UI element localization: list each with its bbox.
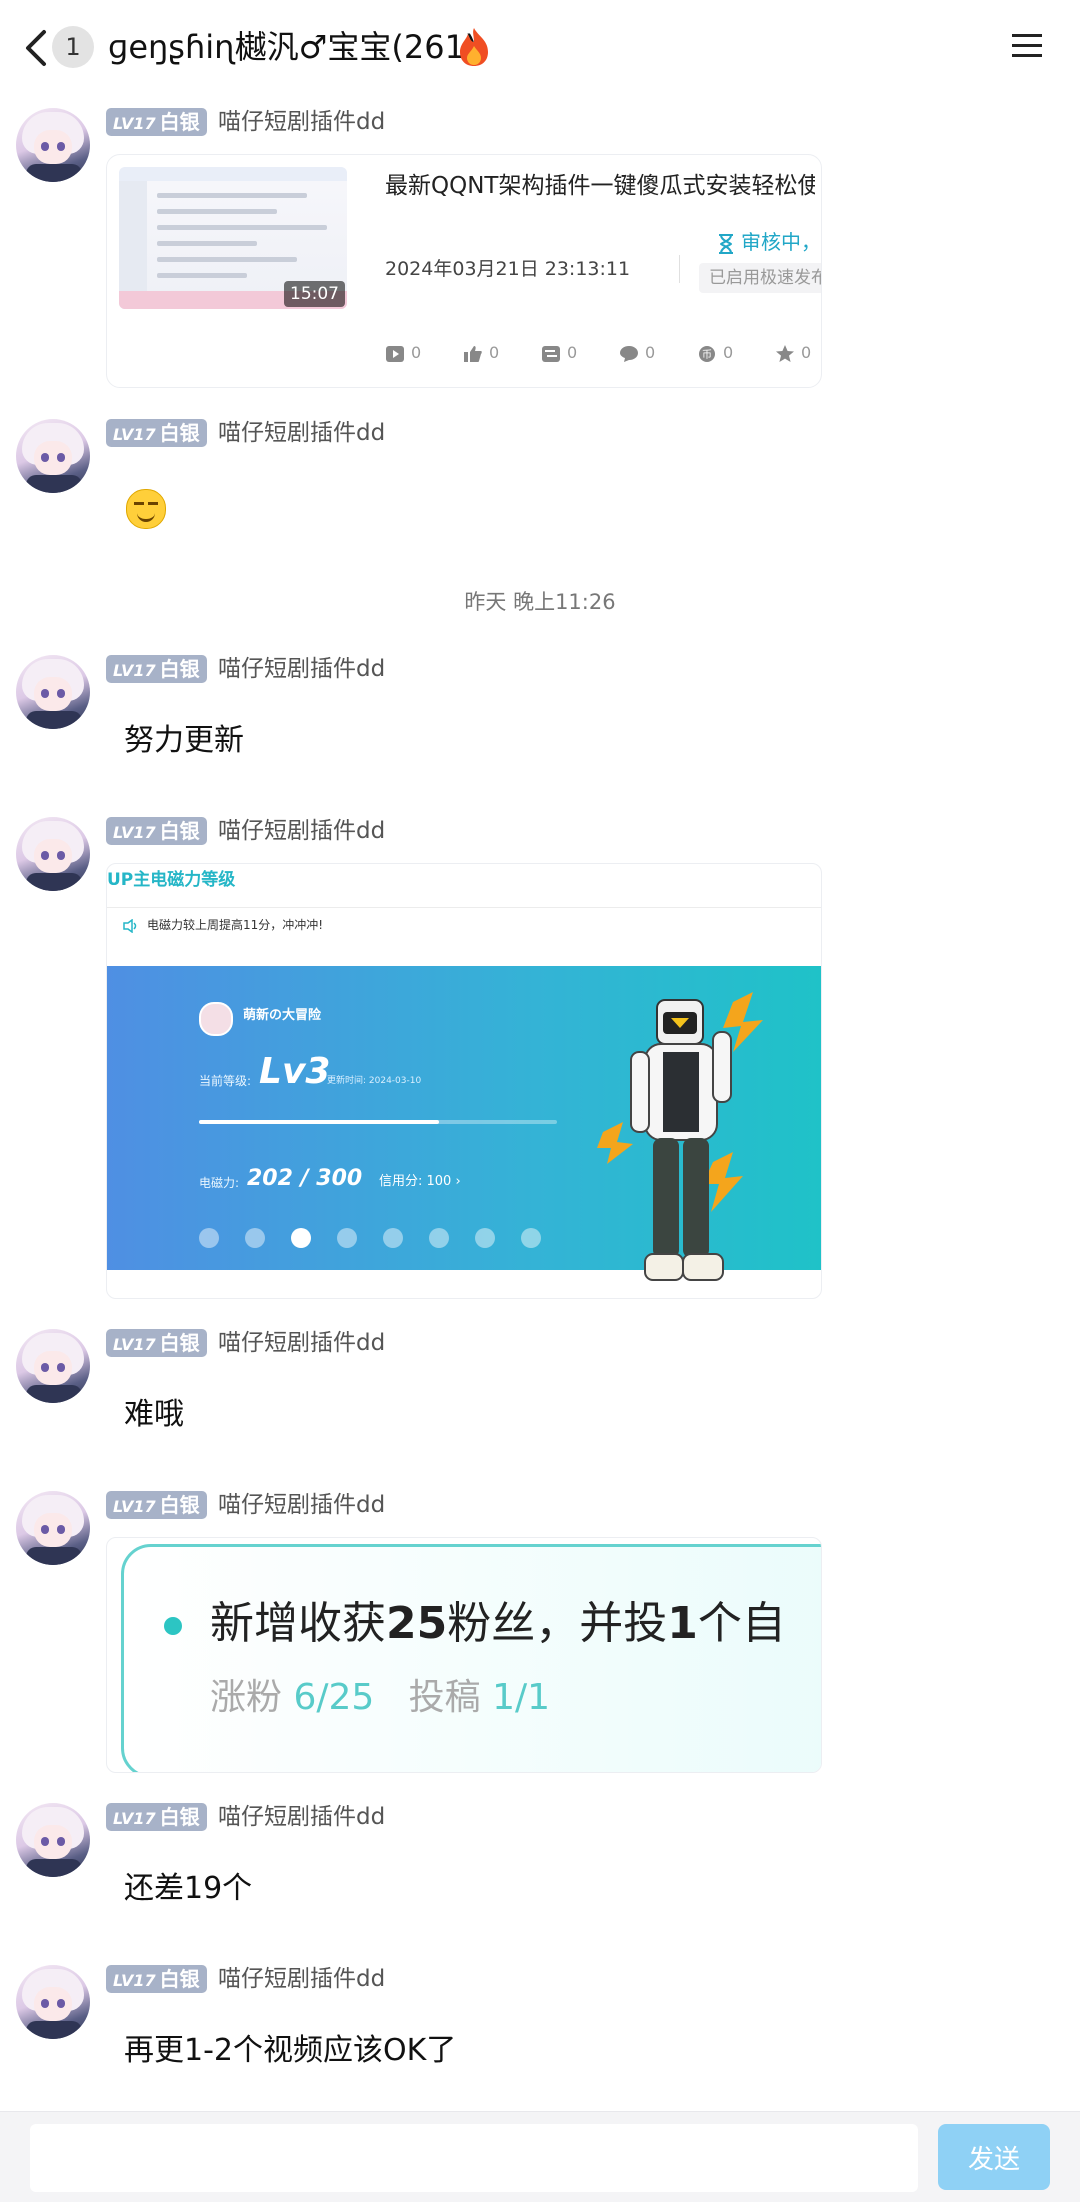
sender-avatar[interactable] — [16, 419, 90, 493]
play-icon — [386, 345, 404, 362]
video-thumbnail: 15:07 — [119, 167, 347, 309]
power-value: 202 / 300 — [247, 1166, 363, 1191]
level-badge: LV17 白银 — [106, 419, 207, 447]
time-divider: 昨天 晚上11:26 — [464, 590, 616, 614]
chat-message: LV17 白银 喵仔短剧插件dd UP主电磁力等级 电磁力较上周提高11分，冲冲冲… — [0, 817, 1080, 1299]
level-value: Lv3 — [259, 1051, 331, 1092]
thumbs-up-icon — [464, 345, 482, 362]
chat-message: LV17 白银 喵仔短剧插件dd 再更1-2个视频应该OK了 — [0, 1965, 1080, 2085]
unread-count-badge: 1 — [52, 26, 94, 68]
favorite-count: 0 — [775, 339, 811, 367]
like-count: 0 — [463, 339, 499, 367]
chat-message: LV17 白银 喵仔短剧插件dd 15:07 最新QQNT架构插件一键傻瓜式安装轻… — [0, 108, 1080, 388]
hourglass-icon — [719, 233, 733, 254]
smirk-emoji-icon — [126, 489, 166, 529]
level-badge: LV17 白银 — [106, 817, 207, 845]
user-name: 萌新の大冒险 — [243, 1008, 322, 1023]
sender-avatar[interactable] — [16, 655, 90, 729]
message-text: 努力更新 — [124, 723, 244, 758]
user-avatar — [199, 1002, 233, 1036]
message-input[interactable] — [30, 2124, 918, 2192]
fans-task-title: 新增收获25粉丝，并投1个自 — [210, 1598, 786, 1649]
chat-message: LV17 白银 喵仔短剧插件dd 努力更新 — [0, 655, 1080, 775]
coin-count: 币0 — [697, 339, 733, 367]
level-progress-bar — [199, 1120, 557, 1124]
video-publish-time: 2024年03月21日 23:13:11 — [385, 258, 631, 280]
sender-name: 喵仔短剧插件dd — [218, 1966, 386, 1992]
star-icon — [776, 344, 794, 362]
fans-task-progress: 涨粉 6/25 投稿 1/1 — [210, 1677, 551, 1718]
play-count: 0 — [385, 339, 421, 367]
danmaku-count: 0 — [541, 339, 577, 367]
update-date: 更新时间: 2024-03-10 — [327, 1076, 422, 1086]
level-screenshot-image[interactable]: UP主电磁力等级 电磁力较上周提高11分，冲冲冲! 萌新の大冒险 当前等级: L… — [106, 863, 822, 1299]
level-heading: UP主电磁力等级 — [107, 870, 236, 890]
level-milestone-icons — [199, 1228, 559, 1252]
message-text: 还差19个 — [124, 1871, 253, 1906]
fast-publish-tag: 已启用极速发布 — [699, 263, 821, 293]
video-duration: 15:07 — [284, 281, 345, 307]
sender-avatar[interactable] — [16, 817, 90, 891]
video-title: 最新QQNT架构插件一键傻瓜式安装轻松使 — [385, 173, 815, 199]
danmaku-icon — [542, 345, 560, 362]
sender-name: 喵仔短剧插件dd — [218, 1330, 386, 1356]
message-composer: 发送 — [0, 2111, 1080, 2202]
level-badge: LV17 白银 — [106, 108, 207, 136]
fire-icon — [460, 28, 488, 66]
chat-message: LV17 白银 喵仔短剧插件dd — [0, 419, 1080, 539]
chat-message: LV17 白银 喵仔短剧插件dd 新增收获25粉丝，并投1个自 涨粉 6/25 投… — [0, 1491, 1080, 1775]
menu-icon[interactable] — [1010, 30, 1044, 62]
comment-count: 0 — [619, 339, 655, 367]
level-notice: 电磁力较上周提高11分，冲冲冲! — [123, 916, 323, 934]
sender-name: 喵仔短剧插件dd — [218, 109, 386, 135]
level-badge: LV17 白银 — [106, 655, 207, 683]
sender-name: 喵仔短剧插件dd — [218, 1492, 386, 1518]
level-badge: LV17 白银 — [106, 1803, 207, 1831]
credit-score: 信用分: 100 › — [379, 1174, 461, 1189]
video-share-card[interactable]: 15:07 最新QQNT架构插件一键傻瓜式安装轻松使 审核中， 2024年03月… — [106, 154, 822, 388]
message-text: 再更1-2个视频应该OK了 — [124, 2033, 457, 2068]
level-badge: LV17 白银 — [106, 1329, 207, 1357]
sender-name: 喵仔短剧插件dd — [218, 818, 386, 844]
level-badge: LV17 白银 — [106, 1491, 207, 1519]
speaker-icon — [123, 918, 137, 933]
coin-icon: 币 — [699, 345, 715, 362]
back-icon[interactable] — [22, 28, 52, 68]
power-label: 电磁力: — [199, 1176, 240, 1190]
mascot-illustration — [597, 992, 763, 1281]
chat-message: LV17 白银 喵仔短剧插件dd 难哦 — [0, 1329, 1080, 1449]
sender-name: 喵仔短剧插件dd — [218, 1804, 386, 1830]
divider — [679, 255, 680, 283]
sender-name: 喵仔短剧插件dd — [218, 420, 386, 446]
message-text: 难哦 — [124, 1397, 184, 1432]
sender-avatar[interactable] — [16, 1329, 90, 1403]
chat-message: LV17 白银 喵仔短剧插件dd 还差19个 — [0, 1803, 1080, 1923]
comment-icon — [620, 345, 638, 362]
level-label: 当前等级: — [199, 1074, 252, 1088]
fans-screenshot-image[interactable]: 新增收获25粉丝，并投1个自 涨粉 6/25 投稿 1/1 — [106, 1537, 822, 1773]
svg-text:币: 币 — [702, 349, 712, 361]
sender-avatar[interactable] — [16, 108, 90, 182]
chat-header: 1 ɡeŋʂɦiɳ樾汎♂宝宝(261) — [0, 0, 1080, 96]
review-status: 审核中， — [717, 227, 821, 257]
fans-task-panel: 新增收获25粉丝，并投1个自 涨粉 6/25 投稿 1/1 — [121, 1544, 821, 1772]
divider — [107, 907, 821, 908]
level-badge: LV17 白银 — [106, 1965, 207, 1993]
bullet-dot — [164, 1617, 182, 1635]
sender-avatar[interactable] — [16, 1965, 90, 2039]
sender-avatar[interactable] — [16, 1491, 90, 1565]
sender-name: 喵仔短剧插件dd — [218, 656, 386, 682]
level-progress-fill — [199, 1120, 439, 1124]
chat-title: ɡeŋʂɦiɳ樾汎♂宝宝(261) — [108, 28, 478, 66]
send-button[interactable]: 发送 — [938, 2124, 1050, 2190]
sender-avatar[interactable] — [16, 1803, 90, 1877]
